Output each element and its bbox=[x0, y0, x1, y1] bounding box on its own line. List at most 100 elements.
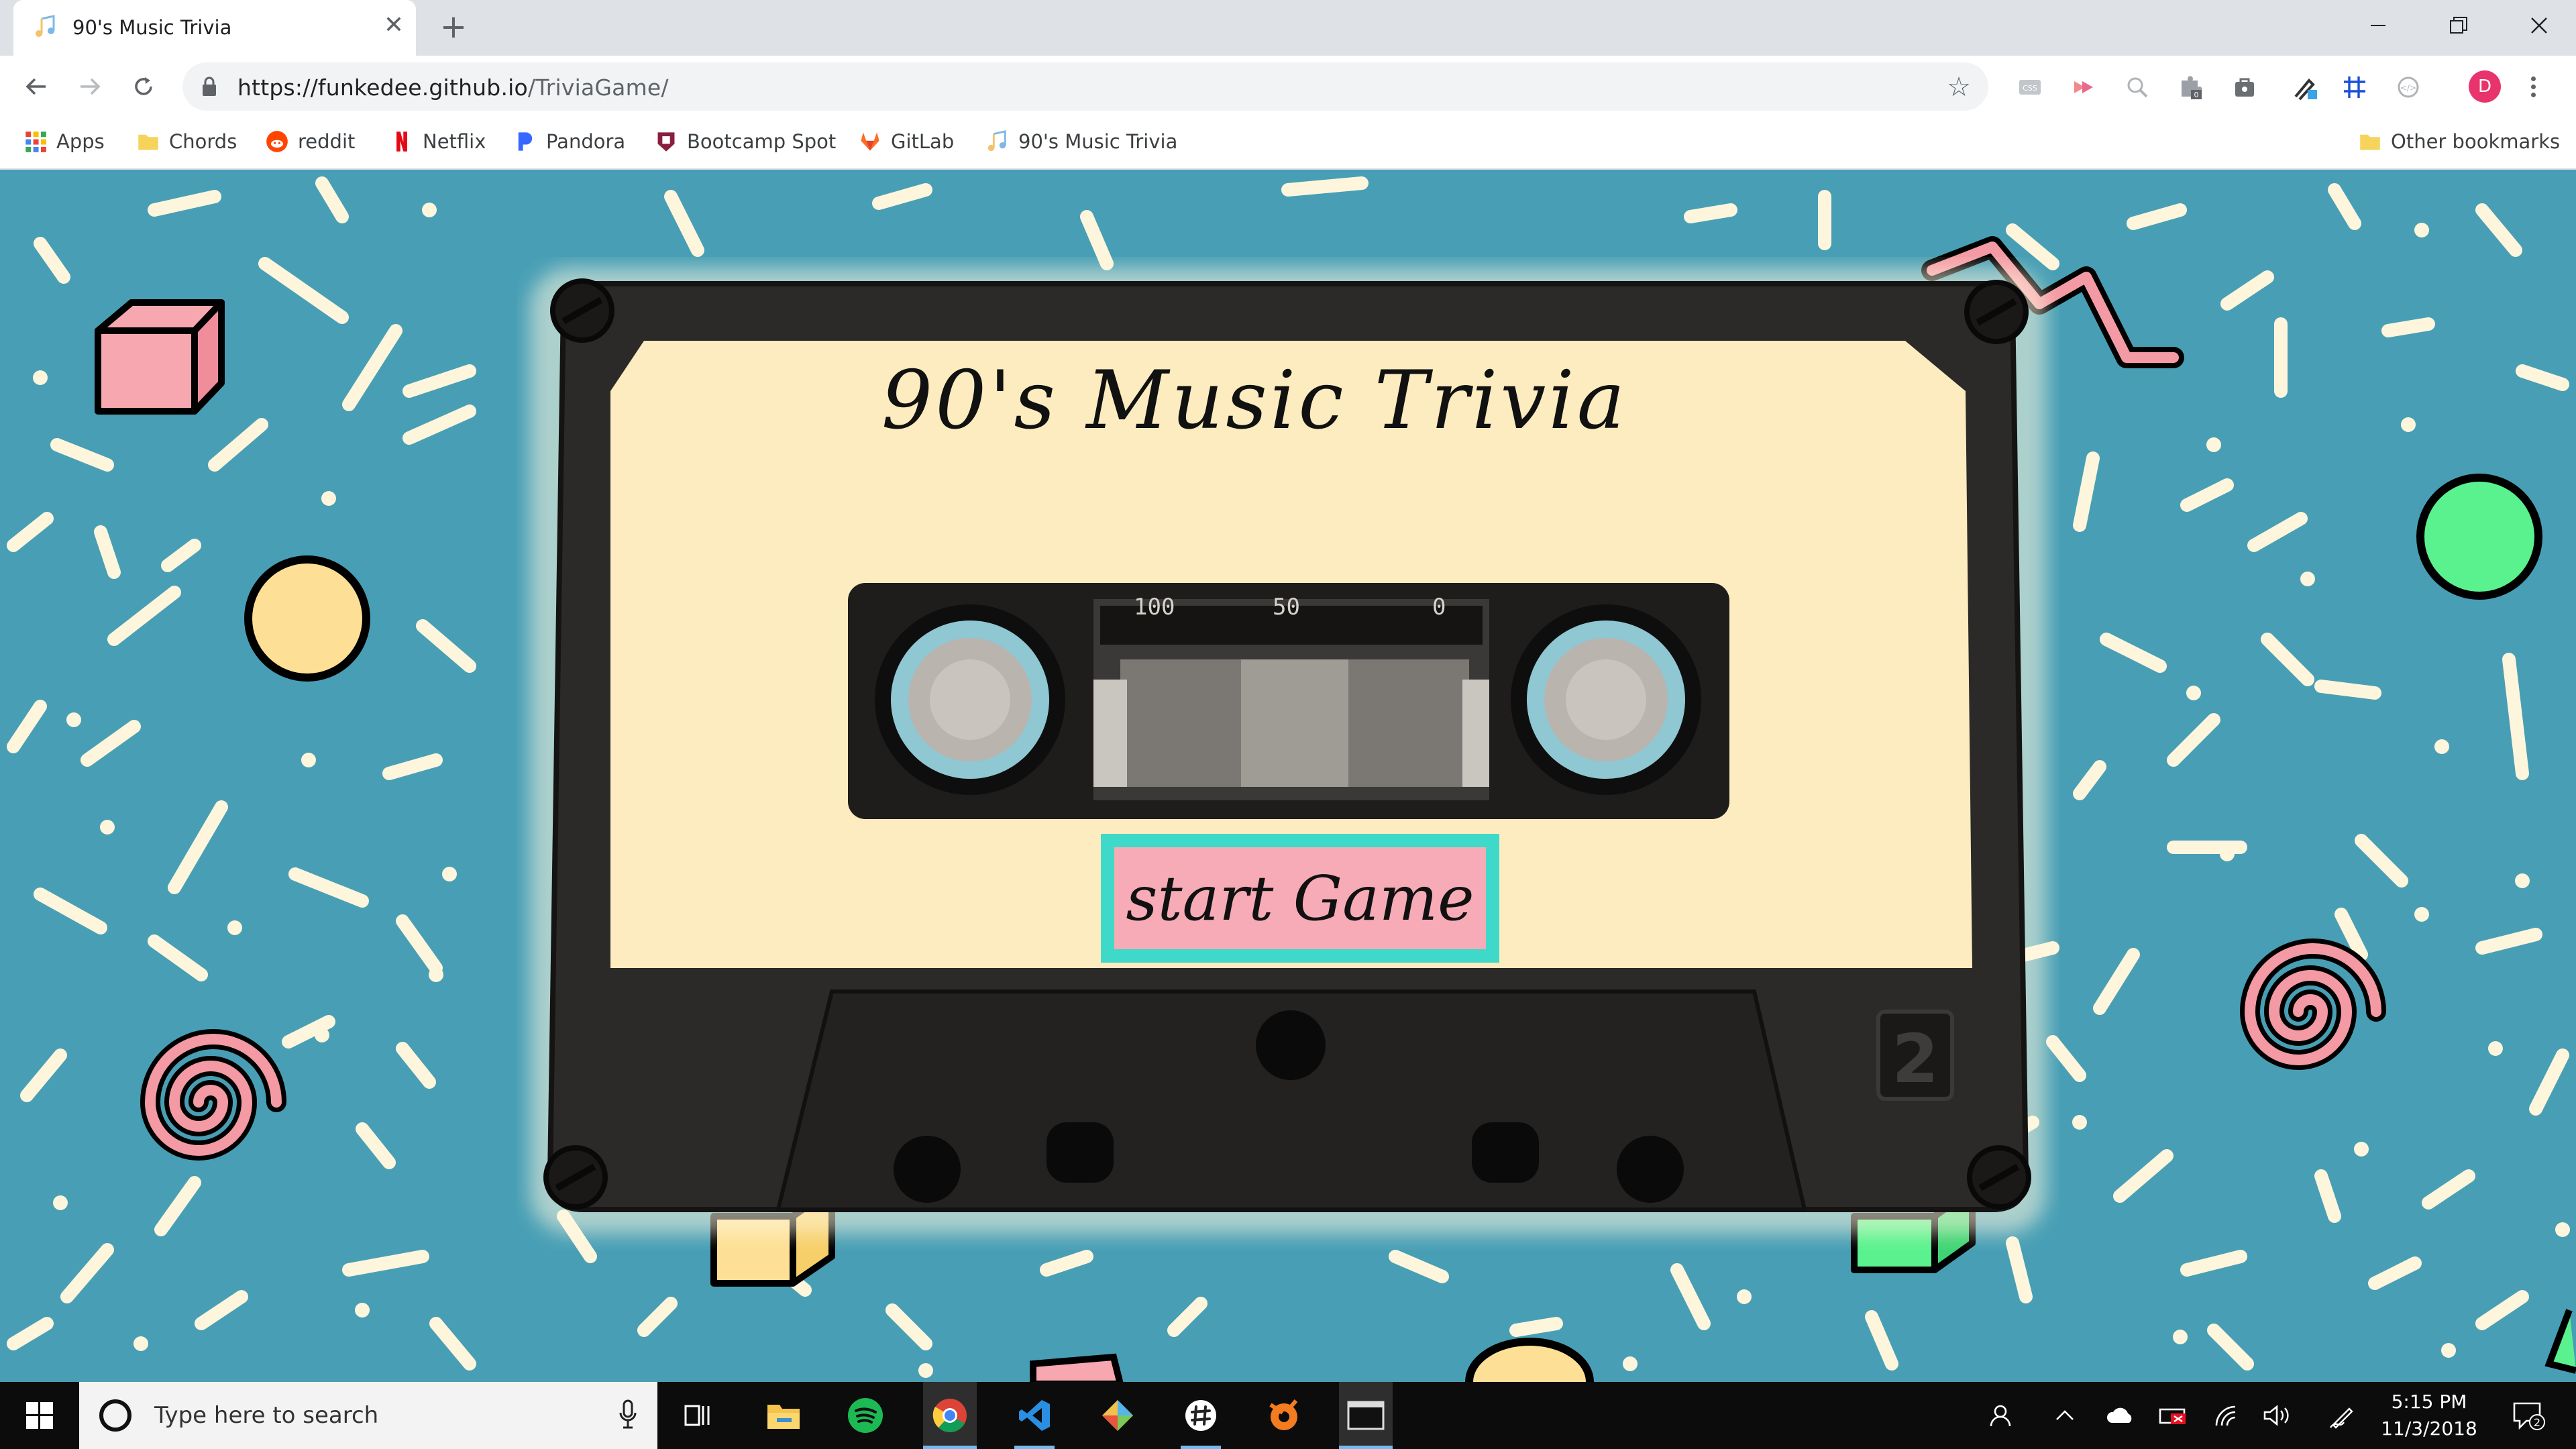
active-indicator bbox=[923, 1446, 977, 1449]
chrome-button[interactable] bbox=[923, 1382, 977, 1449]
forward-button[interactable] bbox=[71, 68, 109, 105]
notification-icon: 2 bbox=[2513, 1402, 2545, 1430]
vscode-icon bbox=[1019, 1400, 1050, 1431]
counter-label: 50 bbox=[1273, 594, 1300, 621]
reload-button[interactable] bbox=[125, 68, 162, 105]
avast-icon bbox=[1269, 1399, 1298, 1430]
battery-button[interactable] bbox=[2153, 1382, 2194, 1449]
reddit-icon bbox=[266, 131, 288, 152]
netflix-icon bbox=[396, 131, 407, 152]
close-window-button[interactable] bbox=[2509, 5, 2569, 46]
cloud-icon bbox=[2106, 1407, 2132, 1423]
css-extension-icon[interactable]: CSS bbox=[2017, 74, 2043, 101]
pen-icon bbox=[2330, 1407, 2353, 1429]
windows-taskbar: Type here to search 5:15 PM 11/3/2018 2 bbox=[0, 1382, 2576, 1449]
cortana-icon bbox=[99, 1399, 131, 1432]
start-game-button[interactable]: start Game bbox=[1101, 834, 1499, 963]
svg-text:CSS: CSS bbox=[2023, 84, 2037, 93]
url-host: https://funkedee.github.io bbox=[237, 74, 528, 101]
vscode-button[interactable] bbox=[1008, 1382, 1061, 1449]
browser-toolbar: https://funkedee.github.io/TriviaGame/ ☆… bbox=[0, 56, 2576, 117]
slack-button[interactable] bbox=[1174, 1382, 1228, 1449]
search-placeholder: Type here to search bbox=[154, 1402, 379, 1429]
counter-label: 0 bbox=[1432, 594, 1446, 621]
wifi-icon bbox=[2215, 1405, 2236, 1426]
clock-date: 11/3/2018 bbox=[2381, 1417, 2477, 1440]
zoom-extension-icon[interactable] bbox=[2124, 74, 2151, 101]
address-bar[interactable]: https://funkedee.github.io/TriviaGame/ ☆ bbox=[182, 62, 1988, 111]
bookmark-label: Chords bbox=[169, 130, 237, 153]
page-title: 90's Music Trivia bbox=[881, 354, 1628, 447]
puzzle-extension-icon[interactable]: 0 bbox=[2178, 74, 2204, 101]
people-button[interactable] bbox=[1980, 1382, 2021, 1449]
profile-avatar[interactable]: D bbox=[2469, 70, 2501, 103]
bookmark-pandora[interactable]: Pandora bbox=[514, 127, 625, 156]
spotify-button[interactable] bbox=[839, 1382, 892, 1449]
back-arrow-icon bbox=[25, 78, 46, 95]
file-explorer-button[interactable] bbox=[757, 1382, 810, 1449]
restore-icon bbox=[2450, 17, 2467, 34]
minimize-icon bbox=[2371, 25, 2385, 26]
bookmark-apps[interactable]: Apps bbox=[24, 127, 105, 156]
volume-button[interactable] bbox=[2258, 1382, 2298, 1449]
taskbar-search-box[interactable]: Type here to search bbox=[79, 1382, 657, 1449]
apps-grid-icon bbox=[25, 131, 46, 152]
bookmark-other-bookmarks[interactable]: Other bookmarks bbox=[2359, 127, 2560, 156]
minimize-button[interactable] bbox=[2348, 5, 2408, 46]
chevron-up-icon bbox=[2056, 1410, 2074, 1420]
avast-button[interactable] bbox=[1257, 1382, 1311, 1449]
url-path: /TriviaGame/ bbox=[527, 74, 669, 101]
browser-tab[interactable]: 90's Music Trivia ✕ bbox=[13, 0, 416, 56]
bookmarks-bar: Apps Chords reddit Netflix Pandora Bootc… bbox=[0, 117, 2576, 170]
pandora-icon bbox=[518, 132, 533, 151]
bookmark-chords[interactable]: Chords bbox=[137, 127, 237, 156]
bookmark-gitlab[interactable]: GitLab bbox=[859, 127, 954, 156]
clock[interactable]: 5:15 PM 11/3/2018 bbox=[2380, 1389, 2478, 1442]
grid-extension-icon[interactable] bbox=[2341, 74, 2368, 101]
svg-text:0: 0 bbox=[2194, 91, 2199, 99]
slack-icon bbox=[1185, 1400, 1216, 1431]
show-hidden-icons-button[interactable] bbox=[2045, 1382, 2085, 1449]
bag-extension-icon[interactable] bbox=[2231, 74, 2258, 101]
task-view-icon bbox=[684, 1405, 710, 1426]
tab-title: 90's Music Trivia bbox=[72, 16, 232, 39]
menu-kebab-icon[interactable] bbox=[2525, 70, 2541, 103]
tab-close-icon[interactable]: ✕ bbox=[379, 11, 409, 40]
circle-extension-icon[interactable]: </> bbox=[2395, 74, 2422, 101]
microphone-icon[interactable] bbox=[619, 1399, 637, 1430]
side-number: 2 bbox=[1892, 1020, 1939, 1098]
other-bookmarks-label: Other bookmarks bbox=[2391, 130, 2561, 153]
reload-icon bbox=[135, 77, 152, 95]
gitkraken-button[interactable] bbox=[1091, 1382, 1144, 1449]
active-indicator bbox=[1181, 1446, 1221, 1449]
lock-icon bbox=[203, 76, 216, 96]
action-center-button[interactable]: 2 bbox=[2505, 1382, 2553, 1449]
windows-logo-icon bbox=[26, 1402, 53, 1429]
bookmark-star-icon[interactable]: ☆ bbox=[1947, 72, 1971, 103]
forward-arrow-icon bbox=[80, 78, 101, 95]
wifi-button[interactable] bbox=[2207, 1382, 2247, 1449]
bookmark-bootcamp-spot[interactable]: Bootcamp Spot bbox=[655, 127, 836, 156]
task-view-button[interactable] bbox=[674, 1382, 722, 1449]
bookmark-label: Bootcamp Spot bbox=[687, 130, 837, 153]
onedrive-button[interactable] bbox=[2100, 1382, 2140, 1449]
bookmark-90s-music-trivia[interactable]: 90's Music Trivia bbox=[986, 127, 1177, 156]
battery-warning-icon bbox=[2159, 1408, 2186, 1424]
svg-text:</>: </> bbox=[2400, 83, 2416, 93]
restore-button[interactable] bbox=[2428, 5, 2489, 46]
back-button[interactable] bbox=[17, 68, 55, 105]
arrow-extension-icon[interactable] bbox=[2070, 74, 2097, 101]
pen-button[interactable] bbox=[2322, 1382, 2363, 1449]
bookmark-netflix[interactable]: Netflix bbox=[390, 127, 486, 156]
active-indicator bbox=[1339, 1446, 1393, 1449]
bookmark-label: GitLab bbox=[891, 130, 955, 153]
new-tab-button[interactable]: + bbox=[435, 8, 472, 46]
color-picker-extension-icon[interactable] bbox=[2292, 74, 2318, 101]
bookmark-reddit[interactable]: reddit bbox=[266, 127, 355, 156]
start-button[interactable] bbox=[0, 1382, 79, 1449]
volume-icon bbox=[2263, 1405, 2289, 1426]
bootcamp-icon bbox=[657, 132, 675, 152]
people-icon bbox=[1990, 1405, 2011, 1427]
terminal-button[interactable] bbox=[1339, 1382, 1393, 1449]
url-text: https://funkedee.github.io/TriviaGame/ bbox=[237, 74, 669, 101]
